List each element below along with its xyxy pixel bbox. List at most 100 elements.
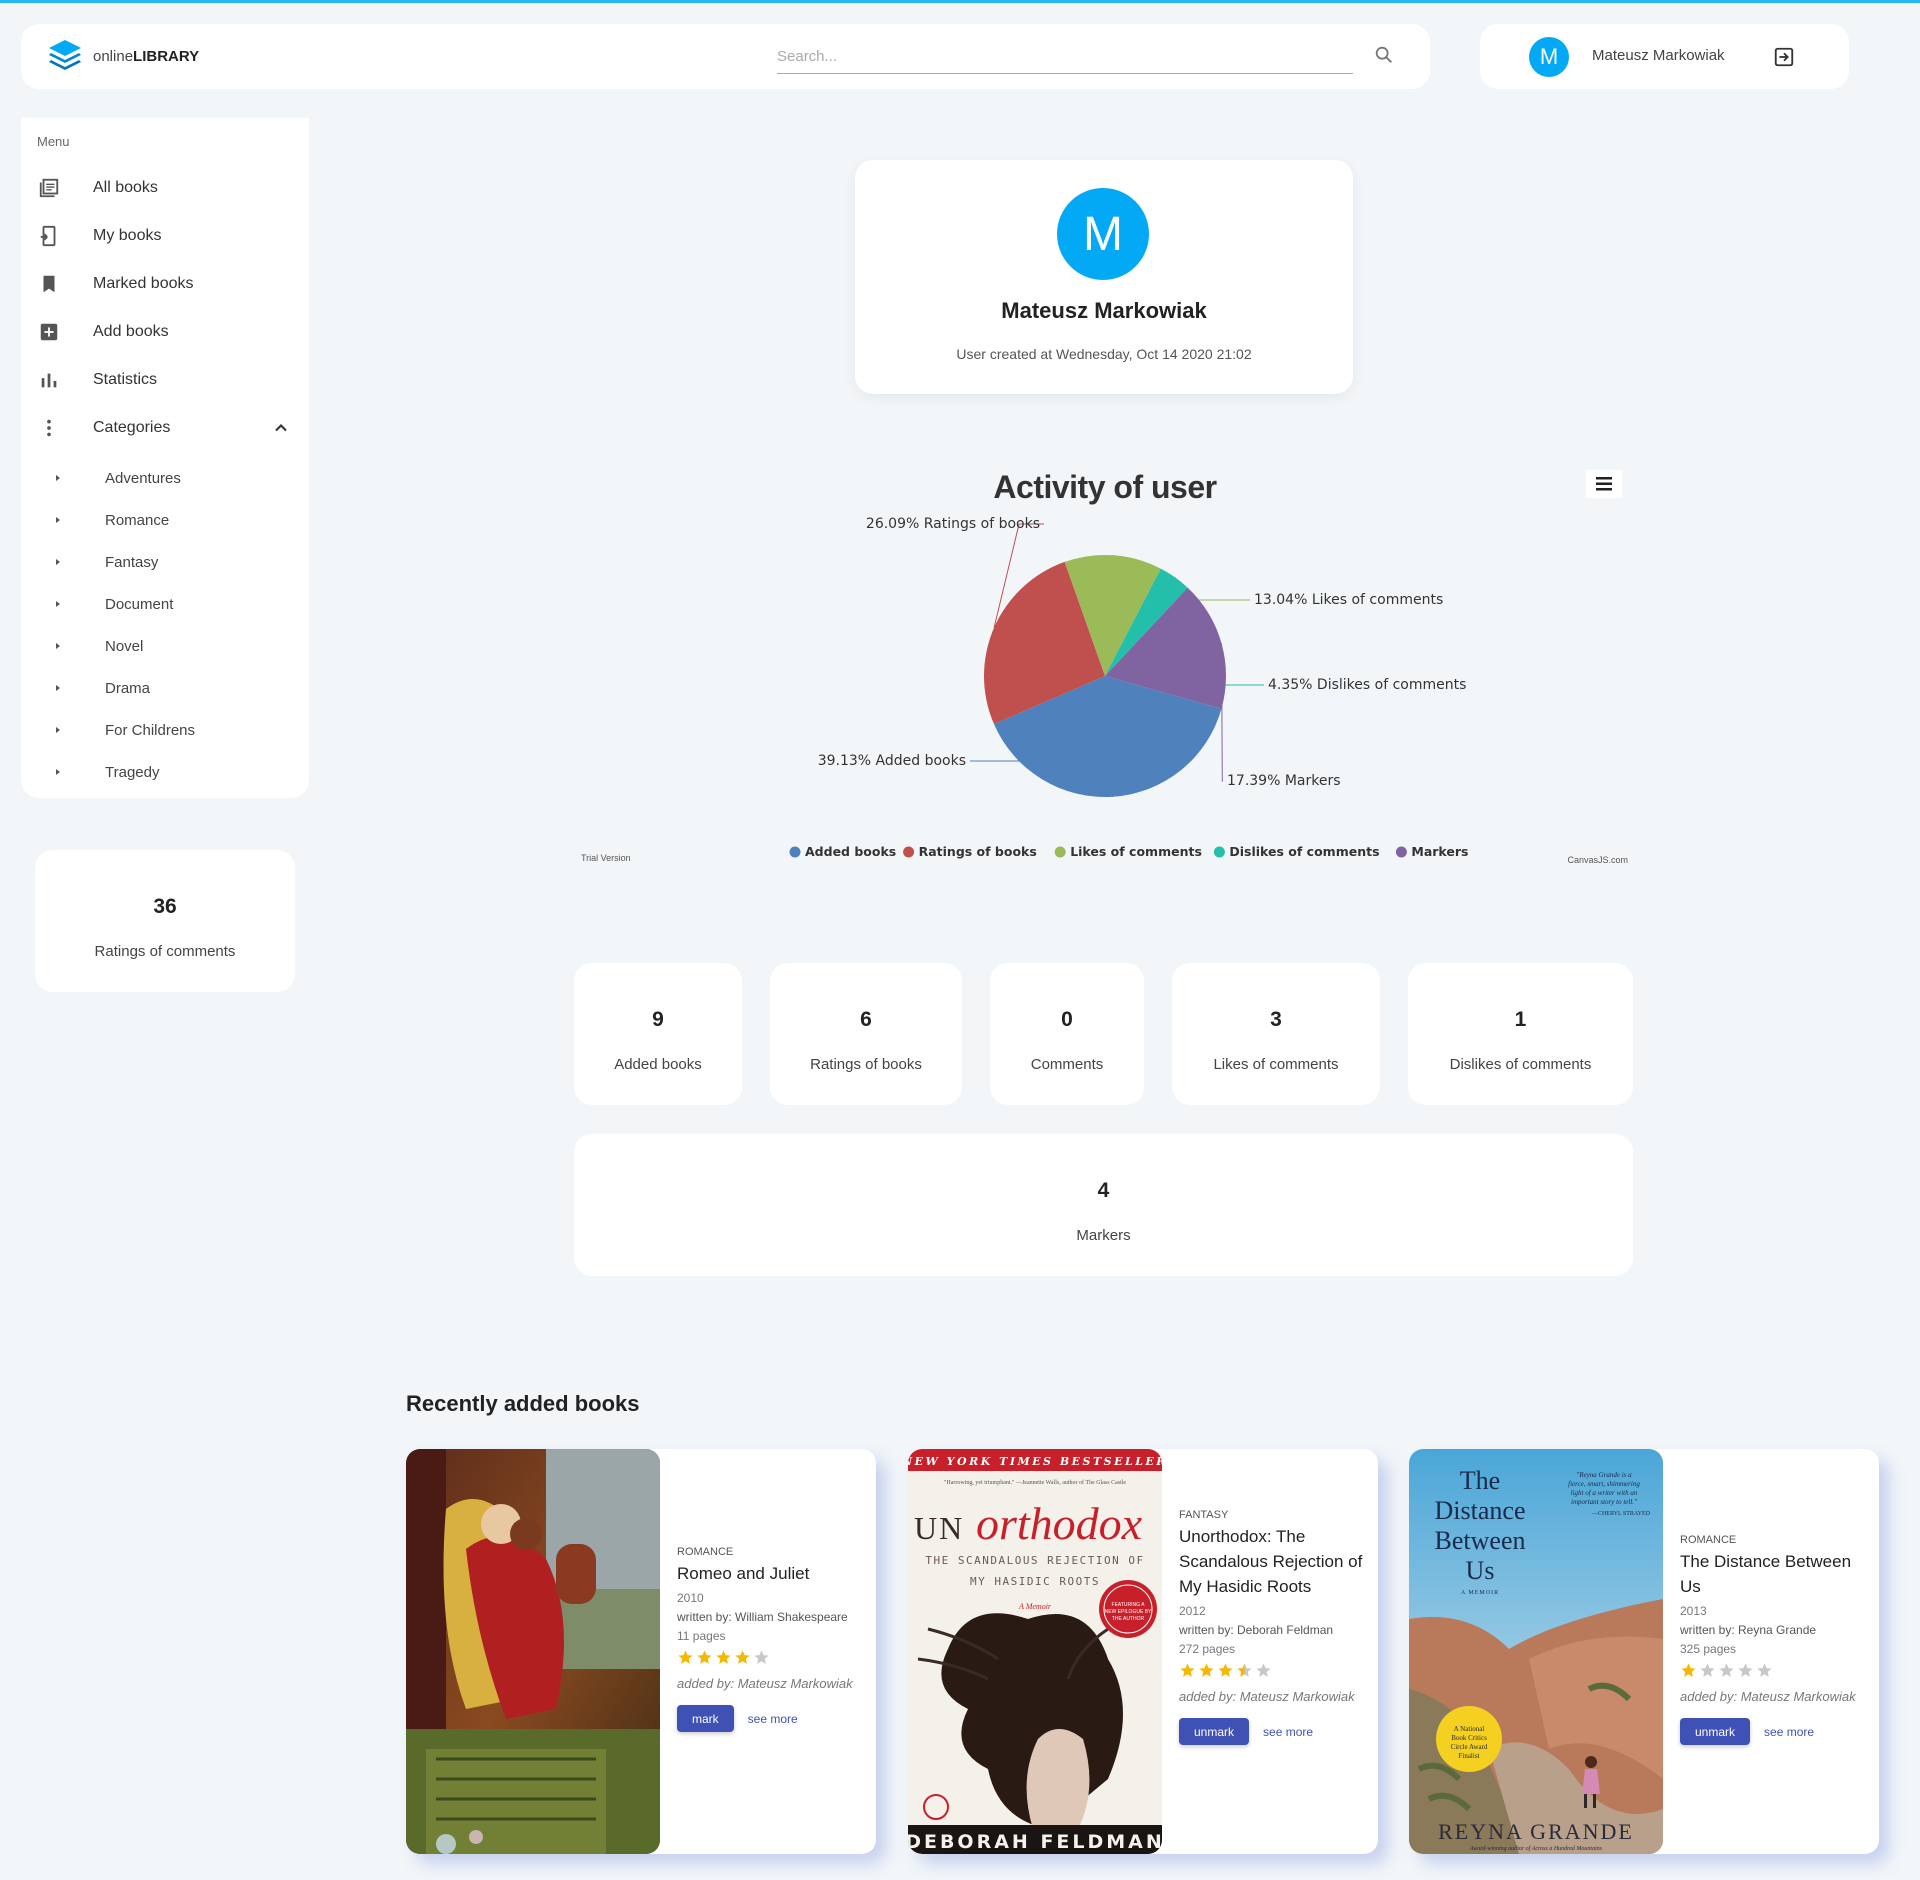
see-more-link[interactable]: see more [748,1712,798,1726]
star-icon[interactable] [1699,1662,1716,1679]
book-category: ROMANCE [677,1546,734,1558]
stat-card-ratings-of-books: 6 Ratings of books [770,963,962,1105]
svg-text:"Reyna Grande is a: "Reyna Grande is a [1576,1471,1632,1479]
book-cover[interactable] [406,1449,660,1854]
star-icon[interactable] [1756,1662,1773,1679]
svg-text:A Memoir: A Memoir [1018,1602,1052,1611]
book-title: The Distance Between Us [1680,1552,1852,1596]
search-input[interactable] [777,40,1353,74]
stat-value: 3 [1270,1008,1282,1031]
logout-icon[interactable] [1773,46,1795,68]
sidebar-item-add-books[interactable]: Add books [21,312,309,352]
see-more-link[interactable]: see more [1263,1725,1313,1739]
pie-chart: Activity of user 39.13% Added books 26.09… [581,469,1628,865]
star-icon[interactable] [1179,1662,1196,1679]
star-icon[interactable] [1217,1662,1234,1679]
category-label: For Childrens [105,721,196,739]
rating-stars[interactable] [1179,1662,1369,1679]
star-icon[interactable] [1680,1662,1697,1679]
pie-slice-label: 26.09% Ratings of books [866,516,1040,532]
svg-text:REYNA GRANDE: REYNA GRANDE [1438,1819,1634,1844]
legend-item[interactable]: Ratings of books [919,844,1037,859]
sidebar-item-marked-books[interactable]: Marked books [21,264,309,304]
book-category: ROMANCE [1680,1534,1737,1546]
star-icon[interactable] [753,1649,770,1666]
unmark-button[interactable]: unmark [1680,1718,1751,1745]
book-title: Unorthodox: The Scandalous Rejection of … [1179,1527,1363,1596]
svg-text:"Harrowing, yet triumphant." —: "Harrowing, yet triumphant." —Jeannette … [944,1479,1126,1486]
svg-text:FEATURING A: FEATURING A [1112,1602,1146,1608]
book-cover-art: The Distance Between Us A MEMOIR "Reyna … [1409,1449,1663,1854]
add-box-icon [37,320,61,344]
search-icon[interactable] [1373,44,1395,66]
star-icon[interactable] [734,1649,751,1666]
stat-label: Likes of comments [1213,1056,1339,1073]
star-icon[interactable] [1198,1662,1215,1679]
legend-item[interactable]: Dislikes of comments [1229,844,1379,859]
chart-credit-link[interactable]: CanvasJS.com [1567,855,1628,865]
stat-value: 1 [1514,1008,1527,1031]
book-info: ROMANCE Romeo and Juliet 2010 written by… [677,1546,867,1732]
arrow-right-icon [56,643,60,649]
svg-text:orthodox: orthodox [976,1498,1143,1549]
rating-stars[interactable] [677,1649,867,1666]
svg-text:light of a writer with an: light of a writer with an [1571,1489,1638,1497]
avatar[interactable]: M [1529,37,1569,77]
chart-trial-text: Trial Version [581,853,631,863]
sidebar-item-categories[interactable]: Categories [21,408,309,448]
star-icon[interactable] [1236,1662,1253,1679]
legend-item[interactable]: Markers [1411,844,1468,859]
category-item-for-childrens[interactable]: For Childrens [21,712,309,748]
category-item-tragedy[interactable]: Tragedy [21,754,309,790]
star-icon[interactable] [677,1649,694,1666]
legend-marker [1054,846,1066,858]
svg-text:NEW EPILOGUE BY: NEW EPILOGUE BY [1105,1609,1152,1615]
book-added-by: added by: Mateusz Markowiak [1680,1689,1856,1704]
book-category: FANTASY [1179,1509,1229,1521]
book-added-by: added by: Mateusz Markowiak [677,1676,853,1691]
sidebar-item-all-books[interactable]: All books [21,168,309,208]
category-item-adventures[interactable]: Adventures [21,460,309,496]
category-label: Fantasy [105,553,159,571]
book-card: The Distance Between Us A MEMOIR "Reyna … [1409,1449,1879,1854]
star-icon[interactable] [1255,1662,1272,1679]
star-icon[interactable] [1718,1662,1735,1679]
rating-stars[interactable] [1680,1662,1870,1679]
book-added-by: added by: Mateusz Markowiak [1179,1689,1355,1704]
category-item-drama[interactable]: Drama [21,670,309,706]
legend-item[interactable]: Likes of comments [1070,844,1202,859]
category-item-romance[interactable]: Romance [21,502,309,538]
sidebar-item-label: My books [93,227,162,244]
arrow-right-icon [56,685,60,691]
stat-value: 9 [652,1008,664,1031]
category-item-document[interactable]: Document [21,586,309,622]
star-icon[interactable] [1737,1662,1754,1679]
book-info: FANTASY Unorthodox: The Scandalous Rejec… [1179,1509,1369,1745]
stat-value: 36 [153,895,177,918]
logo[interactable]: onlineLIBRARY [45,36,199,76]
category-item-novel[interactable]: Novel [21,628,309,664]
arrow-right-icon [56,517,60,523]
pie-slice-label: 17.39% Markers [1227,773,1341,789]
unmark-button[interactable]: unmark [1179,1718,1250,1745]
chart-menu-icon[interactable] [1586,470,1622,498]
stat-value: 6 [860,1008,872,1031]
mark-button[interactable]: mark [677,1705,734,1732]
book-cover[interactable]: The Distance Between Us A MEMOIR "Reyna … [1409,1449,1663,1854]
sidebar-item-statistics[interactable]: Statistics [21,360,309,400]
category-label: Romance [105,511,170,529]
stat-card-dislikes-of-comments: 1 Dislikes of comments [1408,963,1633,1105]
book-cover[interactable]: NEW YORK TIMES BESTSELLER "Harrowing, ye… [908,1449,1162,1854]
chevron-up-icon[interactable] [271,418,291,438]
legend-item[interactable]: Added books [805,844,896,859]
svg-text:The: The [1460,1466,1500,1495]
category-item-fantasy[interactable]: Fantasy [21,544,309,580]
star-icon[interactable] [715,1649,732,1666]
star-icon[interactable] [696,1649,713,1666]
see-more-link[interactable]: see more [1764,1725,1814,1739]
sidebar-item-my-books[interactable]: My books [21,216,309,256]
section-title: Recently added books [406,1391,640,1416]
book-cover-art: NEW YORK TIMES BESTSELLER "Harrowing, ye… [908,1449,1162,1854]
sidebar: Menu All books My books Marked books Add… [21,118,309,798]
bookmark-icon [37,272,61,296]
